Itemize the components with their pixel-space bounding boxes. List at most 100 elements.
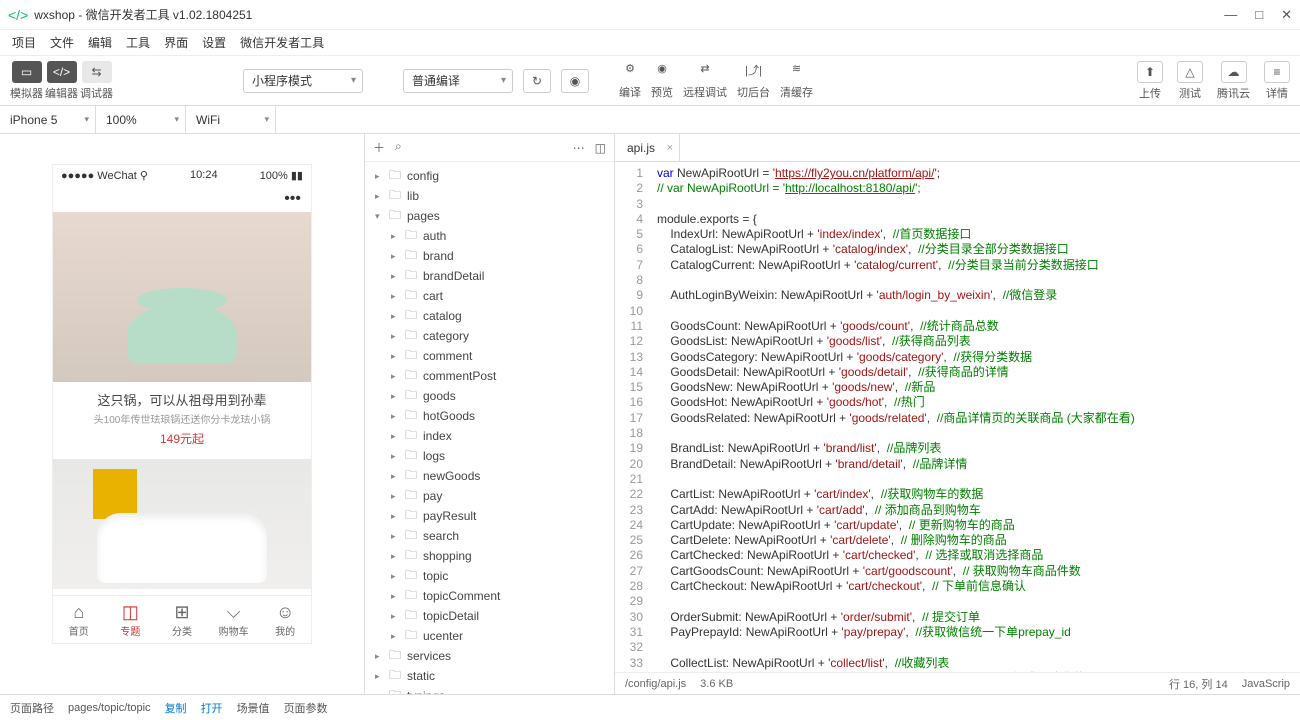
phone-carrier: ●●●●● WeChat ⚲ [61, 169, 148, 182]
add-file-icon[interactable]: ＋ [373, 139, 385, 156]
tabbar-item[interactable]: ◫专题 [105, 596, 157, 643]
subbar: iPhone 5 100% WiFi [0, 106, 1300, 134]
toolbar: ▭模拟器 </>编辑器 ⇆调试器 小程序模式 普通编译 ↻ ◉ ⚙编译 ◉预览 … [0, 56, 1300, 106]
editor-button[interactable]: </>编辑器 [45, 61, 78, 101]
menu-item[interactable]: 微信开发者工具 [240, 34, 324, 51]
menu-item[interactable]: 文件 [50, 34, 74, 51]
tree-node[interactable]: ▸🗀shopping [365, 546, 614, 566]
copy-link[interactable]: 复制 [165, 700, 187, 716]
mode-select[interactable]: 小程序模式 [243, 69, 363, 93]
cursor-pos: 行 16, 列 14 [1169, 676, 1228, 692]
clear-action[interactable]: ≋清缓存 [780, 62, 813, 100]
more-icon[interactable]: ⋯ [573, 141, 585, 155]
tree-node[interactable]: ▸🗀commentPost [365, 366, 614, 386]
menubar: 项目文件编辑工具界面设置微信开发者工具 [0, 30, 1300, 56]
tree-node[interactable]: ▸🗀logs [365, 446, 614, 466]
tree-node[interactable]: ▸🗀config [365, 166, 614, 186]
test-button[interactable]: △测试 [1177, 61, 1203, 101]
device-select[interactable]: iPhone 5 [0, 106, 96, 133]
code-editor: api.js× 12345678910111213141516171819202… [615, 134, 1300, 694]
tab-close-icon[interactable]: × [667, 142, 673, 154]
tree-node[interactable]: ▸🗀search [365, 526, 614, 546]
split-icon[interactable]: ◫ [595, 141, 606, 155]
bg-action[interactable]: |⤴|切后台 [737, 62, 770, 100]
tree-node[interactable]: ▸🗀catalog [365, 306, 614, 326]
maximize-icon[interactable]: □ [1255, 7, 1263, 23]
tree-node[interactable]: ▸🗀brand [365, 246, 614, 266]
close-icon[interactable]: ✕ [1281, 7, 1292, 23]
tree-node[interactable]: ▸🗀topicDetail [365, 606, 614, 626]
tree-node[interactable]: ▸🗀typings [365, 686, 614, 694]
simulator-button[interactable]: ▭模拟器 [10, 61, 43, 101]
refresh-icon[interactable]: ↻ [523, 69, 551, 93]
line-gutter: 1234567891011121314151617181920212223242… [615, 162, 649, 672]
open-link[interactable]: 打开 [201, 700, 223, 716]
menu-item[interactable]: 工具 [126, 34, 150, 51]
compile-action[interactable]: ⚙编译 [619, 62, 641, 100]
phone-frame: ●●●●● WeChat ⚲ 10:24 100% ▮▮ ••• 这只锅，可以从… [52, 164, 312, 644]
tree-node[interactable]: ▸🗀auth [365, 226, 614, 246]
tabbar-item[interactable]: ⌂首页 [53, 596, 105, 643]
eye-icon[interactable]: ◉ [561, 69, 589, 93]
tree-node[interactable]: ▸🗀comment [365, 346, 614, 366]
page-path: pages/topic/topic [68, 702, 151, 714]
file-path: /config/api.js [625, 678, 686, 690]
tabbar-item[interactable]: ⌵购物车 [208, 596, 260, 643]
tree-node[interactable]: ▸🗀ucenter [365, 626, 614, 646]
code-lines[interactable]: var NewApiRootUrl = 'https://fly2you.cn/… [649, 162, 1143, 672]
upload-button[interactable]: ⬆上传 [1137, 61, 1163, 101]
tree-node[interactable]: ▸🗀payResult [365, 506, 614, 526]
banner-subtitle: 头100年传世珐琅锅还送你分卡龙珐小锅 [59, 411, 305, 426]
tree-node[interactable]: ▸🗀topic [365, 566, 614, 586]
tree-node[interactable]: ▸🗀newGoods [365, 466, 614, 486]
banner-title: 这只锅，可以从祖母用到孙辈 [59, 390, 305, 409]
zoom-select[interactable]: 100% [96, 106, 186, 133]
tree-node[interactable]: ▸🗀hotGoods [365, 406, 614, 426]
scene-label: 场景值 [237, 700, 270, 716]
param-label: 页面参数 [284, 700, 328, 716]
tree-node[interactable]: ▸🗀category [365, 326, 614, 346]
banner-image-1[interactable] [53, 212, 311, 382]
minimize-icon[interactable]: — [1224, 7, 1237, 23]
tabbar-item[interactable]: ☺我的 [259, 596, 311, 643]
tree-node[interactable]: ▸🗀services [365, 646, 614, 666]
tree-node[interactable]: ▸🗀pay [365, 486, 614, 506]
phone-menu-icon[interactable]: ••• [284, 190, 301, 208]
statusbar: 页面路径 pages/topic/topic 复制 打开 场景值 页面参数 [0, 694, 1300, 720]
tabbar-item[interactable]: ⊞分类 [156, 596, 208, 643]
editor-tab[interactable]: api.js× [615, 134, 680, 161]
cloud-button[interactable]: ☁腾讯云 [1217, 61, 1250, 101]
simulator-pane: ●●●●● WeChat ⚲ 10:24 100% ▮▮ ••• 这只锅，可以从… [0, 134, 365, 694]
tree-node[interactable]: ▸🗀brandDetail [365, 266, 614, 286]
file-size: 3.6 KB [700, 678, 733, 690]
tree-node[interactable]: ▸🗀static [365, 666, 614, 686]
phone-time: 10:24 [190, 169, 218, 182]
path-label: 页面路径 [10, 700, 54, 716]
network-select[interactable]: WiFi [186, 106, 276, 133]
tree-node[interactable]: ▾🗀pages [365, 206, 614, 226]
preview-action[interactable]: ◉预览 [651, 62, 673, 100]
titlebar: </> wxshop - 微信开发者工具 v1.02.1804251 — □ ✕ [0, 0, 1300, 30]
phone-tabbar: ⌂首页◫专题⊞分类⌵购物车☺我的 [53, 595, 311, 643]
compile-select[interactable]: 普通编译 [403, 69, 513, 93]
phone-battery: 100% ▮▮ [260, 169, 303, 182]
menu-item[interactable]: 设置 [202, 34, 226, 51]
banner-image-2[interactable] [53, 459, 311, 589]
menu-item[interactable]: 界面 [164, 34, 188, 51]
language-mode[interactable]: JavaScrip [1242, 678, 1290, 690]
tree-node[interactable]: ▸🗀cart [365, 286, 614, 306]
tree-node[interactable]: ▸🗀topicComment [365, 586, 614, 606]
remote-action[interactable]: ⇄远程调试 [683, 62, 727, 100]
menu-item[interactable]: 编辑 [88, 34, 112, 51]
tree-node[interactable]: ▸🗀goods [365, 386, 614, 406]
debugger-button[interactable]: ⇆调试器 [80, 61, 113, 101]
detail-button[interactable]: ≡详情 [1264, 61, 1290, 101]
menu-item[interactable]: 项目 [12, 34, 36, 51]
banner-price: 149元起 [59, 430, 305, 447]
file-explorer: ＋⌕ ⋯◫ ▸🗀config▸🗀lib▾🗀pages▸🗀auth▸🗀brand▸… [365, 134, 615, 694]
tree-node[interactable]: ▸🗀index [365, 426, 614, 446]
window-title: wxshop - 微信开发者工具 v1.02.1804251 [34, 6, 252, 23]
tree-node[interactable]: ▸🗀lib [365, 186, 614, 206]
search-icon[interactable]: ⌕ [395, 139, 402, 156]
app-logo-icon: </> [8, 7, 28, 23]
